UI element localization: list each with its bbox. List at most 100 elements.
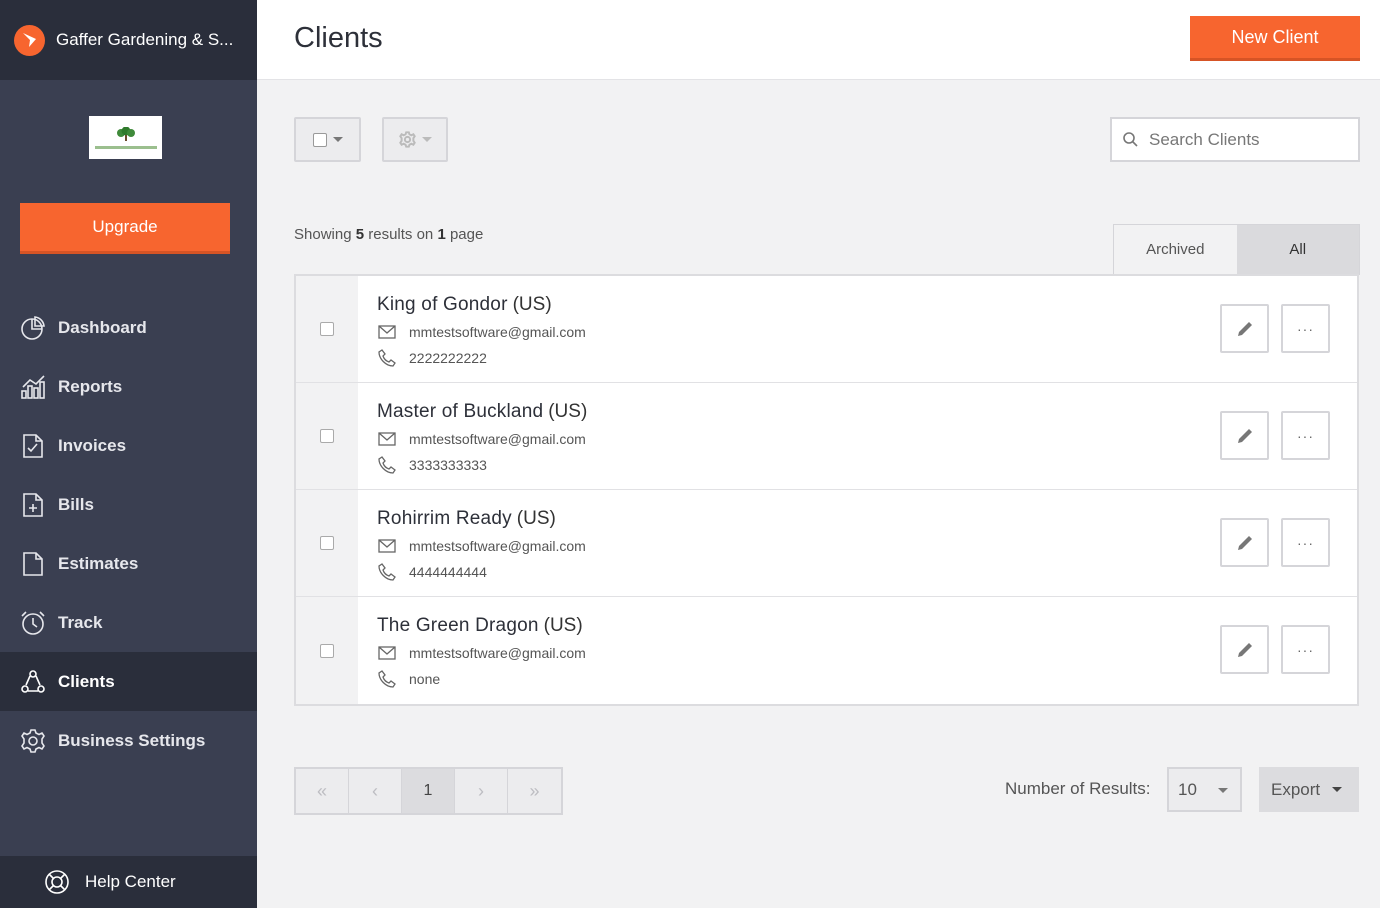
chevron-down-icon bbox=[1332, 787, 1342, 792]
client-name[interactable]: King of Gondor bbox=[377, 294, 508, 315]
edit-button[interactable] bbox=[1220, 625, 1269, 674]
row-checkbox-cell bbox=[296, 383, 358, 489]
more-options-button[interactable]: ··· bbox=[1281, 304, 1330, 353]
client-email: mmtestsoftware@gmail.com bbox=[409, 538, 586, 554]
help-center-link[interactable]: Help Center bbox=[0, 856, 257, 908]
bulk-select-dropdown[interactable] bbox=[294, 117, 361, 162]
sidebar: Gaffer Gardening & S... Upgrade Dashboar… bbox=[0, 0, 257, 908]
edit-button[interactable] bbox=[1220, 518, 1269, 567]
client-phone-line: 3333333333 bbox=[377, 455, 587, 475]
sidebar-nav: Dashboard Reports Invoices Bills Estimat… bbox=[0, 298, 257, 770]
more-options-button[interactable]: ··· bbox=[1281, 411, 1330, 460]
sidebar-item-bills[interactable]: Bills bbox=[0, 475, 257, 534]
chevron-down-icon bbox=[1218, 788, 1228, 793]
bulk-actions-dropdown[interactable] bbox=[382, 117, 448, 162]
tab-archived[interactable]: Archived bbox=[1114, 225, 1237, 274]
gear-icon bbox=[19, 727, 46, 754]
client-list: King of Gondor (US) mmtestsoftware@gmail.… bbox=[294, 274, 1359, 706]
tree-logo-icon bbox=[116, 126, 135, 141]
row-actions: ··· bbox=[1220, 625, 1330, 674]
client-region: (US) bbox=[543, 615, 583, 636]
results-middle: results on bbox=[364, 226, 438, 243]
search-input[interactable] bbox=[1149, 129, 1339, 150]
sidebar-item-invoices[interactable]: Invoices bbox=[0, 416, 257, 475]
sidebar-item-dashboard[interactable]: Dashboard bbox=[0, 298, 257, 357]
row-checkbox[interactable] bbox=[320, 536, 334, 550]
freshbooks-logo-icon bbox=[14, 24, 45, 56]
client-info: Master of Buckland (US) mmtestsoftware@gm… bbox=[358, 383, 587, 489]
bills-icon bbox=[19, 491, 46, 518]
number-of-results-label: Number of Results: bbox=[1005, 779, 1151, 798]
chevron-right-icon: › bbox=[478, 780, 484, 801]
edit-button[interactable] bbox=[1220, 304, 1269, 353]
client-email-line: mmtestsoftware@gmail.com bbox=[377, 322, 586, 342]
sidebar-item-label: Bills bbox=[58, 494, 94, 514]
more-options-button[interactable]: ··· bbox=[1281, 625, 1330, 674]
last-page-button[interactable]: » bbox=[508, 769, 561, 813]
sidebar-header[interactable]: Gaffer Gardening & S... bbox=[0, 0, 257, 80]
search-icon bbox=[1123, 132, 1138, 147]
pencil-icon bbox=[1237, 321, 1252, 336]
envelope-icon bbox=[377, 536, 397, 556]
pagination: « ‹ 1 › » bbox=[294, 767, 563, 815]
table-row[interactable]: Master of Buckland (US) mmtestsoftware@gm… bbox=[296, 383, 1357, 490]
chevron-down-icon bbox=[332, 137, 343, 142]
results-prefix: Showing bbox=[294, 226, 356, 243]
phone-icon bbox=[377, 455, 397, 475]
table-row[interactable]: Rohirrim Ready (US) mmtestsoftware@gmail.… bbox=[296, 490, 1357, 597]
sidebar-item-track[interactable]: Track bbox=[0, 593, 257, 652]
search-box bbox=[1110, 117, 1360, 162]
number-of-results-select[interactable]: 10 bbox=[1167, 767, 1242, 812]
client-email: mmtestsoftware@gmail.com bbox=[409, 645, 586, 661]
client-name[interactable]: The Green Dragon bbox=[377, 615, 539, 636]
tab-all[interactable]: All bbox=[1236, 225, 1359, 274]
sidebar-item-reports[interactable]: Reports bbox=[0, 357, 257, 416]
export-label: Export bbox=[1271, 779, 1321, 799]
row-checkbox[interactable] bbox=[320, 643, 334, 658]
table-row[interactable]: King of Gondor (US) mmtestsoftware@gmail.… bbox=[296, 276, 1357, 383]
client-phone-line: none bbox=[377, 669, 586, 689]
row-checkbox-cell bbox=[296, 276, 358, 382]
phone-icon bbox=[377, 562, 397, 582]
results-summary: Showing 5 results on 1 page bbox=[294, 226, 483, 243]
table-row[interactable]: The Green Dragon (US) mmtestsoftware@gmai… bbox=[296, 597, 1357, 704]
sidebar-item-business-settings[interactable]: Business Settings bbox=[0, 711, 257, 770]
estimates-icon bbox=[19, 550, 46, 577]
client-phone-line: 2222222222 bbox=[377, 348, 586, 368]
client-info: Rohirrim Ready (US) mmtestsoftware@gmail.… bbox=[358, 490, 586, 596]
client-region: (US) bbox=[548, 401, 588, 422]
edit-button[interactable] bbox=[1220, 411, 1269, 460]
new-client-button[interactable]: New Client bbox=[1190, 16, 1360, 61]
sidebar-item-clients[interactable]: Clients bbox=[0, 652, 257, 711]
client-email: mmtestsoftware@gmail.com bbox=[409, 431, 586, 447]
first-page-button[interactable]: « bbox=[296, 769, 349, 813]
client-email-line: mmtestsoftware@gmail.com bbox=[377, 643, 586, 663]
client-phone-line: 4444444444 bbox=[377, 562, 586, 582]
number-of-results-value: 10 bbox=[1178, 779, 1197, 799]
more-options-button[interactable]: ··· bbox=[1281, 518, 1330, 567]
sidebar-item-estimates[interactable]: Estimates bbox=[0, 534, 257, 593]
export-button[interactable]: Export bbox=[1259, 767, 1359, 812]
row-actions: ··· bbox=[1220, 518, 1330, 567]
prev-page-button[interactable]: ‹ bbox=[349, 769, 402, 813]
pencil-icon bbox=[1237, 428, 1252, 443]
lifebuoy-icon bbox=[43, 869, 70, 896]
row-checkbox[interactable] bbox=[320, 322, 334, 336]
upgrade-button[interactable]: Upgrade bbox=[20, 203, 230, 254]
next-page-button[interactable]: › bbox=[455, 769, 508, 813]
row-checkbox[interactable] bbox=[320, 429, 334, 443]
gear-icon bbox=[398, 131, 416, 148]
client-name[interactable]: Rohirrim Ready bbox=[377, 508, 512, 529]
page-number-button[interactable]: 1 bbox=[402, 769, 455, 813]
envelope-icon bbox=[377, 429, 397, 449]
ellipsis-icon: ··· bbox=[1297, 427, 1314, 444]
pencil-icon bbox=[1237, 642, 1252, 657]
dashboard-icon bbox=[19, 314, 46, 341]
client-name[interactable]: Master of Buckland bbox=[377, 401, 543, 422]
select-all-checkbox bbox=[312, 132, 327, 147]
row-checkbox-cell bbox=[296, 597, 358, 704]
client-email-line: mmtestsoftware@gmail.com bbox=[377, 429, 587, 449]
double-chevron-right-icon: » bbox=[529, 780, 540, 801]
sidebar-item-label: Track bbox=[58, 612, 103, 632]
top-bar: Clients New Client bbox=[257, 0, 1380, 80]
